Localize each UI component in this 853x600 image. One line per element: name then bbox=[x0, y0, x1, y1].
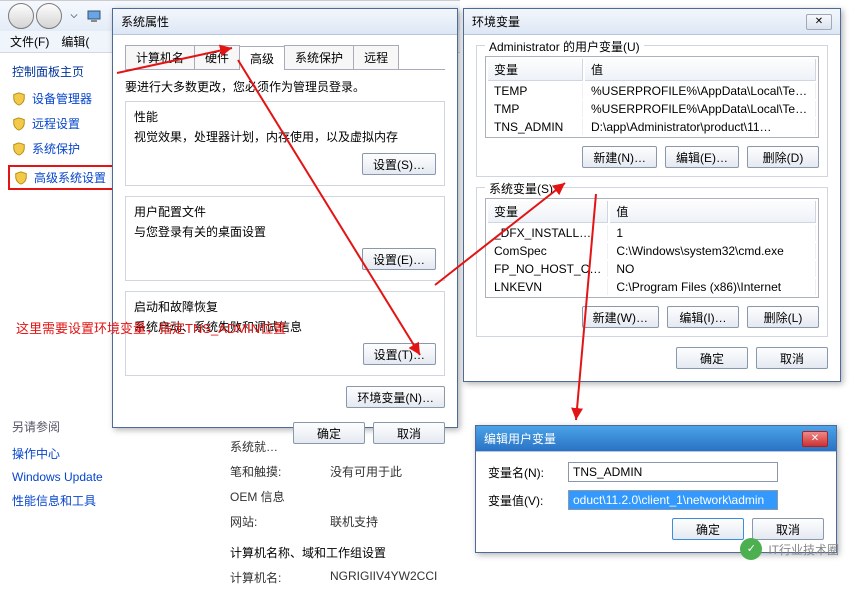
sidebar-label: 远程设置 bbox=[32, 115, 80, 132]
group-desc: 视觉效果，处理器计划，内存使用，以及虚拟内存 bbox=[134, 128, 436, 145]
tab-computer-name[interactable]: 计算机名 bbox=[125, 45, 195, 69]
group-legend: 系统变量(S) bbox=[485, 180, 557, 197]
tab-hardware[interactable]: 硬件 bbox=[194, 45, 240, 69]
sys-vars-group: 系统变量(S) 变量值 _DFX_INSTALL…1 ComSpecC:\Win… bbox=[476, 187, 828, 337]
table-row[interactable]: TEMP%USERPROFILE%\AppData\Local\Temp bbox=[488, 83, 816, 99]
watermark-text: IT行业技术圈 bbox=[768, 541, 839, 558]
group-title: 性能 bbox=[134, 108, 436, 125]
performance-group: 性能 视觉效果，处理器计划，内存使用，以及虚拟内存 设置(S)… bbox=[125, 101, 445, 186]
col-header: 值 bbox=[585, 59, 816, 81]
shield-icon bbox=[12, 117, 26, 131]
user-vars-table[interactable]: 变量值 TEMP%USERPROFILE%\AppData\Local\Temp… bbox=[485, 56, 819, 138]
col-header: 变量 bbox=[488, 59, 583, 81]
tab-advanced[interactable]: 高级 bbox=[239, 46, 285, 70]
shield-icon bbox=[12, 92, 26, 106]
edit-user-var-dialog: 编辑用户变量 ✕ 变量名(N): 变量值(V): 确定 取消 bbox=[475, 425, 837, 553]
watermark: ✓ IT行业技术圈 bbox=[740, 538, 839, 560]
cancel-button[interactable]: 取消 bbox=[756, 347, 828, 369]
col-header: 值 bbox=[610, 201, 816, 223]
sidebar-label: 设备管理器 bbox=[32, 90, 92, 107]
value-label: 变量值(V): bbox=[488, 492, 558, 509]
var-name-input[interactable] bbox=[568, 462, 778, 482]
user-edit-button[interactable]: 编辑(E)… bbox=[665, 146, 739, 168]
group-legend: Administrator 的用户变量(U) bbox=[485, 38, 644, 55]
tab-strip: 计算机名 硬件 高级 系统保护 远程 bbox=[125, 45, 445, 70]
dialog-title: 系统属性 bbox=[121, 13, 169, 30]
label: 笔和触摸: bbox=[230, 463, 330, 480]
shield-icon bbox=[12, 142, 26, 156]
user-delete-button[interactable]: 删除(D) bbox=[747, 146, 819, 168]
label: 计算机名: bbox=[230, 569, 330, 586]
forward-button[interactable] bbox=[36, 3, 62, 29]
wechat-icon: ✓ bbox=[740, 538, 762, 560]
close-button[interactable]: ✕ bbox=[802, 431, 828, 447]
system-properties-dialog: 系统属性 计算机名 硬件 高级 系统保护 远程 要进行大多数更改，您必须作为管理… bbox=[112, 8, 458, 428]
table-row[interactable]: TNS_ADMIND:\app\Administrator\product\11… bbox=[488, 119, 816, 135]
dialog-titlebar: 系统属性 bbox=[113, 9, 457, 35]
table-row[interactable]: _DFX_INSTALL…1 bbox=[488, 225, 816, 241]
group-desc: 与您登录有关的桌面设置 bbox=[134, 223, 436, 240]
sys-new-button[interactable]: 新建(W)… bbox=[582, 306, 659, 328]
env-var-dialog: 环境变量 ✕ Administrator 的用户变量(U) 变量值 TEMP%U… bbox=[463, 8, 841, 382]
dialog-title: 环境变量 bbox=[472, 13, 520, 30]
ok-button[interactable]: 确定 bbox=[672, 518, 744, 540]
value: 没有可用于此 bbox=[330, 463, 402, 480]
perf-settings-button[interactable]: 设置(S)… bbox=[362, 153, 436, 175]
computer-icon bbox=[86, 8, 102, 24]
label: 网站: bbox=[230, 513, 330, 530]
close-button[interactable]: ✕ bbox=[806, 14, 832, 30]
tab-protection[interactable]: 系统保护 bbox=[284, 45, 354, 69]
sys-edit-button[interactable]: 编辑(I)… bbox=[667, 306, 739, 328]
annotation-text: 这里需要设置环境变量，指定TNS_ADMIN位置 bbox=[16, 318, 286, 337]
name-label: 变量名(N): bbox=[488, 464, 558, 481]
cancel-button[interactable]: 取消 bbox=[373, 422, 445, 444]
sys-vars-table[interactable]: 变量值 _DFX_INSTALL…1 ComSpecC:\Windows\sys… bbox=[485, 198, 819, 298]
dialog-titlebar: 环境变量 ✕ bbox=[464, 9, 840, 35]
back-button[interactable] bbox=[8, 3, 34, 29]
profile-settings-button[interactable]: 设置(E)… bbox=[362, 248, 436, 270]
dialog-title: 编辑用户变量 bbox=[484, 430, 556, 447]
section-heading: 计算机名称、域和工作组设置 bbox=[230, 544, 386, 561]
col-header: 变量 bbox=[488, 201, 608, 223]
cancel-button[interactable]: 取消 bbox=[752, 518, 824, 540]
user-vars-group: Administrator 的用户变量(U) 变量值 TEMP%USERPROF… bbox=[476, 45, 828, 177]
user-new-button[interactable]: 新建(N)… bbox=[582, 146, 657, 168]
value: NGRIGIIV4YW2CCI bbox=[330, 569, 437, 586]
sidebar-label: 系统保护 bbox=[32, 140, 80, 157]
dialog-titlebar: 编辑用户变量 ✕ bbox=[476, 426, 836, 452]
group-title: 启动和故障恢复 bbox=[134, 298, 436, 315]
menu-file[interactable]: 文件(F) bbox=[10, 33, 49, 50]
menu-edit[interactable]: 编辑( bbox=[61, 33, 89, 50]
sidebar-label: 高级系统设置 bbox=[34, 169, 106, 186]
shield-icon bbox=[14, 171, 28, 185]
label: OEM 信息 bbox=[230, 488, 330, 505]
table-row[interactable]: TMP%USERPROFILE%\AppData\Local\Temp bbox=[488, 101, 816, 117]
var-value-input[interactable] bbox=[568, 490, 778, 510]
admin-note: 要进行大多数更改，您必须作为管理员登录。 bbox=[125, 78, 445, 95]
startup-settings-button[interactable]: 设置(T)… bbox=[363, 343, 436, 365]
table-row[interactable]: ComSpecC:\Windows\system32\cmd.exe bbox=[488, 243, 816, 259]
website-link[interactable]: 联机支持 bbox=[330, 513, 378, 530]
sys-delete-button[interactable]: 删除(L) bbox=[747, 306, 819, 328]
table-row[interactable]: FP_NO_HOST_C…NO bbox=[488, 261, 816, 277]
env-var-button[interactable]: 环境变量(N)… bbox=[346, 386, 445, 408]
table-row[interactable]: LNKEVNC:\Program Files (x86)\Internet bbox=[488, 279, 816, 295]
ok-button[interactable]: 确定 bbox=[676, 347, 748, 369]
group-title: 用户配置文件 bbox=[134, 203, 436, 220]
tab-remote[interactable]: 远程 bbox=[353, 45, 399, 69]
ok-button[interactable]: 确定 bbox=[293, 422, 365, 444]
profile-group: 用户配置文件 与您登录有关的桌面设置 设置(E)… bbox=[125, 196, 445, 281]
chevron-down-icon bbox=[70, 12, 78, 20]
